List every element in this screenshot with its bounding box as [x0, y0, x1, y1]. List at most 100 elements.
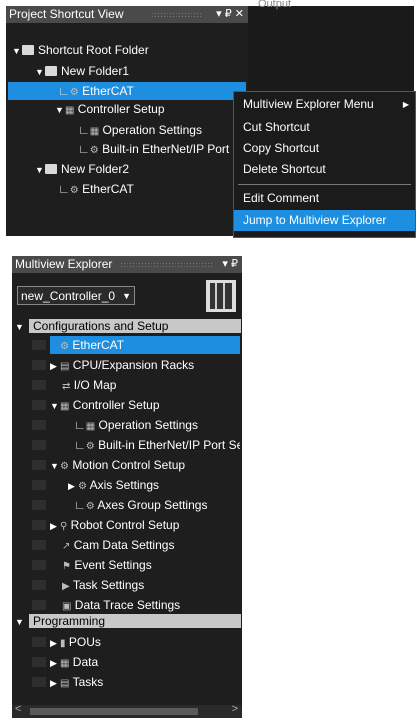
controller-device-icon: [206, 280, 236, 312]
expand-arrow-icon[interactable]: ▼: [50, 397, 60, 415]
tasks-icon: ▤: [60, 678, 70, 689]
scroll-left-icon[interactable]: <: [15, 703, 21, 715]
checkbox-area: [32, 520, 46, 530]
section-configurations-and-setup[interactable]: ▼ Configurations and Setup: [15, 317, 241, 336]
folder-icon: [45, 66, 57, 76]
tree-item-controller-setup[interactable]: ▼▦ Controller Setup: [55, 100, 245, 118]
expand-arrow-icon[interactable]: ▶: [50, 654, 60, 672]
folder-icon: [22, 45, 34, 55]
menu-item-delete-shortcut[interactable]: Delete Shortcut: [234, 159, 415, 180]
controller-select[interactable]: new_Controller_0 ▼: [17, 286, 135, 305]
tree-item-builtin-ethernet[interactable]: ∟⚙ Built-in EtherNet/IP Port: [78, 140, 248, 158]
io-map-icon: ⇄: [62, 381, 71, 392]
chevron-down-icon: ▼: [122, 291, 131, 301]
expand-arrow-icon[interactable]: ▶: [50, 517, 60, 535]
expand-arrow-icon[interactable]: ▼: [55, 101, 65, 119]
tree-item-operation-settings[interactable]: ∟▦ Operation Settings: [78, 121, 248, 139]
checkbox-area: [32, 440, 46, 450]
ethercat-icon: ⚙: [60, 341, 69, 352]
gear-icon: ⚙: [60, 461, 69, 472]
checkbox-area: [32, 540, 46, 550]
expand-arrow-icon[interactable]: ▼: [35, 161, 45, 179]
cam-icon: ↗: [62, 541, 71, 552]
checkbox-area: [32, 580, 46, 590]
expand-arrow-icon[interactable]: ▶: [68, 477, 78, 495]
horizontal-scrollbar[interactable]: < >: [12, 703, 242, 718]
tree-item-ethercat[interactable]: ⚙ EtherCAT: [50, 336, 240, 354]
ethercat-icon: ⚙: [69, 87, 79, 98]
menu-separator: [238, 184, 411, 185]
output-label: Output: [258, 0, 292, 10]
tree-item-cpu-expansion-racks[interactable]: ▶ ▤ CPU/Expansion Racks: [50, 356, 240, 374]
tree-item-axis-settings[interactable]: ▶ ⚙ Axis Settings: [68, 476, 238, 494]
tree-item-robot-control-setup[interactable]: ▶ ⚲ Robot Control Setup: [50, 516, 240, 534]
tree-item-shortcut-root[interactable]: ▼ Shortcut Root Folder: [12, 41, 232, 59]
checkbox-area: [32, 340, 46, 350]
tree-item-pous[interactable]: ▶ ▮ POUs: [50, 633, 240, 651]
tree-item-controller-setup[interactable]: ▼▦ Controller Setup: [50, 396, 240, 414]
tree-item-cam-data-settings[interactable]: ↗ Cam Data Settings: [62, 536, 232, 554]
checkbox-area: [32, 637, 46, 647]
checkbox-area: [32, 380, 46, 390]
tree-item-operation-settings[interactable]: ∟▦ Operation Settings: [74, 416, 240, 434]
checkbox-area: [32, 677, 46, 687]
expand-arrow-icon[interactable]: ▼: [50, 457, 60, 475]
ethercat-icon: ⚙: [69, 185, 79, 196]
pou-icon: ▮: [60, 638, 66, 649]
expand-arrow-icon[interactable]: ▼: [12, 42, 22, 60]
menu-item-multiview-explorer-menu[interactable]: Multiview Explorer Menu ▶: [234, 94, 415, 115]
submenu-arrow-icon: ▶: [402, 100, 409, 109]
checkbox-area: [32, 657, 46, 667]
tree-item-axes-group-settings[interactable]: ∟⚙ Axes Group Settings: [74, 496, 240, 514]
data-icon: ▦: [60, 658, 70, 669]
expand-arrow-icon[interactable]: ▶: [50, 357, 60, 375]
tree-item-new-folder1[interactable]: ▼ New Folder1: [35, 62, 235, 80]
tree-item-ethercat-selected[interactable]: ∟⚙ EtherCAT: [8, 82, 246, 100]
multiview-explorer-titlebar[interactable]: Multiview Explorer ▾ ₽: [12, 256, 242, 273]
trace-icon: ▣: [62, 601, 72, 612]
menu-item-edit-comment[interactable]: Edit Comment: [234, 188, 415, 209]
tree-item-ethercat-2[interactable]: ∟⚙ EtherCAT: [58, 180, 238, 198]
tree-item-task-settings[interactable]: ▶ Task Settings: [62, 576, 232, 594]
checkbox-area: [32, 600, 46, 610]
expand-arrow-icon[interactable]: ▼: [35, 63, 45, 81]
checkbox-area: [32, 560, 46, 570]
scrollbar-thumb[interactable]: [30, 708, 198, 715]
expand-arrow-icon[interactable]: ▼: [15, 318, 25, 336]
gear-icon: ⚙: [78, 481, 87, 492]
tree-item-tasks[interactable]: ▶ ▤ Tasks: [50, 673, 240, 691]
titlebar-icons[interactable]: ▾ ₽ ✕: [216, 6, 244, 23]
grip-handle[interactable]: [120, 262, 212, 267]
menu-item-cut-shortcut[interactable]: Cut Shortcut: [234, 117, 415, 138]
checkbox-area: [32, 460, 46, 470]
grip-handle[interactable]: [151, 12, 203, 17]
expand-arrow-icon[interactable]: ▶: [50, 674, 60, 692]
controller-icon: ▦: [60, 401, 70, 412]
checkbox-area: [32, 360, 46, 370]
multiview-explorer-panel: Multiview Explorer ▾ ₽ new_Controller_0 …: [12, 256, 242, 718]
expand-arrow-icon[interactable]: ▶: [50, 634, 60, 652]
scroll-right-icon[interactable]: >: [232, 703, 238, 715]
expand-arrow-icon[interactable]: ▼: [15, 613, 25, 631]
menu-item-jump-to-multiview-explorer[interactable]: Jump to Multiview Explorer: [234, 210, 415, 231]
task-icon: ▶: [62, 581, 70, 592]
network-icon: ⚙: [89, 145, 99, 156]
titlebar-icons[interactable]: ▾ ₽: [222, 256, 238, 273]
folder-icon: [45, 164, 57, 174]
tree-item-builtin-ethernet-ip[interactable]: ∟⚙ Built-in EtherNet/IP Port Set: [74, 436, 240, 454]
panel-title: Multiview Explorer: [15, 257, 113, 271]
robot-icon: ⚲: [60, 521, 68, 532]
section-programming[interactable]: ▼ Programming: [15, 612, 241, 631]
checkbox-area: [32, 480, 46, 490]
rack-icon: ▤: [60, 361, 70, 372]
tree-item-event-settings[interactable]: ⚑ Event Settings: [62, 556, 232, 574]
tree-item-data[interactable]: ▶ ▦ Data: [50, 653, 240, 671]
tree-item-io-map[interactable]: ⇄ I/O Map: [62, 376, 232, 394]
menu-item-copy-shortcut[interactable]: Copy Shortcut: [234, 138, 415, 159]
settings-icon: ▦: [85, 421, 96, 432]
project-shortcut-view-titlebar[interactable]: Project Shortcut View ▾ ₽ ✕: [6, 6, 248, 23]
context-menu: Multiview Explorer Menu ▶ Cut Shortcut C…: [233, 91, 416, 238]
tree-item-new-folder2[interactable]: ▼ New Folder2: [35, 160, 235, 178]
settings-icon: ▦: [89, 126, 100, 137]
tree-item-motion-control-setup[interactable]: ▼⚙ Motion Control Setup: [50, 456, 240, 474]
